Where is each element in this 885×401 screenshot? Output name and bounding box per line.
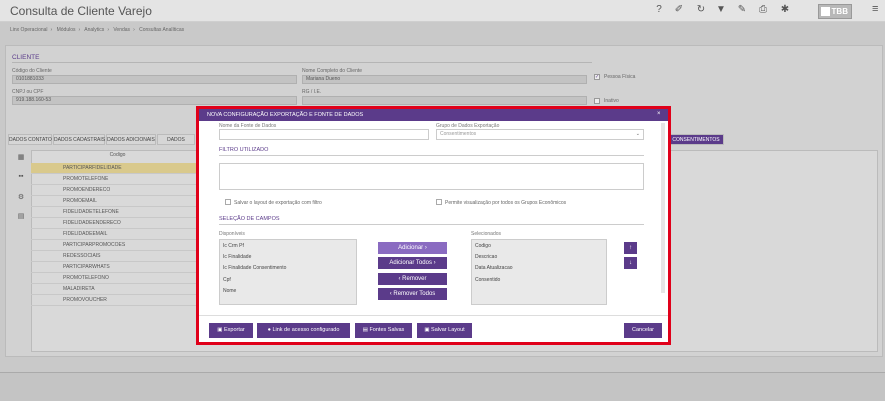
list-item[interactable]: Ic Finalidade Consentimento (223, 265, 286, 271)
breadcrumb-item[interactable]: Módulos (57, 27, 76, 33)
rg-field[interactable] (302, 96, 587, 105)
fields-section-title: SELEÇÃO DE CAMPOS (219, 216, 280, 222)
help-icon[interactable]: ? (652, 4, 666, 15)
print-icon[interactable]: ⎙ (756, 4, 770, 15)
pf-checkbox[interactable]: ✓ (594, 74, 600, 80)
cnpj-label: CNPJ ou CPF (12, 89, 44, 95)
list-item[interactable]: Cpf (223, 277, 231, 283)
saved-sources-button[interactable]: ▤ Fontes Salvas (355, 323, 412, 338)
eraser-icon[interactable]: ✐ (672, 4, 686, 15)
add-button[interactable]: Adicionar › (378, 242, 447, 254)
export-button[interactable]: ▣ Exportar (209, 323, 253, 338)
list-item[interactable]: Nome (223, 288, 236, 294)
selected-list[interactable]: Codigo Descricao Data Atualizacao Consen… (471, 239, 607, 305)
available-list[interactable]: Ic Crm Pf Ic Finalidade Ic Finalidade Co… (219, 239, 357, 305)
save-layout-button[interactable]: ▣ Salvar Layout (417, 323, 472, 338)
list-item[interactable]: Consentido (475, 277, 500, 283)
inactive-label: Inativo (604, 98, 619, 104)
breadcrumb: Linx Operacional › Módulos › Analytics › Ve… (10, 27, 185, 33)
save-layout-label: Salvar o layout de exportação com filtro (234, 200, 322, 206)
list-item[interactable]: PROMOTELEFONE (31, 174, 196, 185)
grid-small-icon[interactable]: ▪▪ (16, 173, 26, 180)
divider (219, 155, 644, 156)
chevron-down-icon: ⌄ (635, 131, 640, 137)
cnpj-field[interactable]: 919.188.160-53 (12, 96, 297, 105)
tab-dados-contato[interactable]: DADOS CONTATO (8, 134, 52, 145)
close-icon[interactable]: × (657, 111, 661, 117)
brand-logo: TBB (818, 4, 852, 19)
list-item[interactable]: PARTICIPARFIDELIDADE (31, 163, 196, 174)
grid-icon[interactable]: ▦ (16, 153, 26, 161)
remove-button[interactable]: ‹ Remover (378, 273, 447, 285)
filter-icon[interactable]: ▼ (714, 4, 728, 15)
divider (219, 224, 644, 225)
list-item[interactable]: PROMOEMAIL (31, 196, 196, 207)
allow-view-checkbox[interactable] (436, 199, 442, 205)
list-item[interactable]: Ic Finalidade (223, 254, 251, 260)
gear-icon[interactable]: ✱ (778, 4, 792, 15)
rg-label: RG / I.E. (302, 89, 322, 95)
breadcrumb-item[interactable]: Vendas (113, 27, 130, 33)
filter-box[interactable] (219, 163, 644, 190)
list-item[interactable]: Codigo (475, 243, 491, 249)
selected-label: Selecionados (471, 231, 502, 237)
modal-title: NOVA CONFIGURAÇÃO EXPORTAÇÃO E FONTE DE … (207, 112, 364, 118)
client-code-field[interactable]: 0101881033 (12, 75, 297, 84)
inactive-checkbox[interactable] (594, 98, 600, 104)
client-name-label: Nome Completo do Cliente (302, 68, 363, 74)
page-title: Consulta de Cliente Varejo (10, 4, 152, 18)
list-item[interactable]: Data Atualizacao (475, 265, 513, 271)
list-item[interactable]: Ic Crm Pf (223, 243, 244, 249)
breadcrumb-item[interactable]: Linx Operacional (10, 27, 48, 33)
tab-dados-adicionais[interactable]: DADOS ADICIONAIS (106, 134, 156, 145)
allow-view-label: Permite visualização por todos os Grupos… (445, 200, 567, 206)
status-bar (0, 372, 885, 401)
list-item[interactable]: REDESSOCIAIS (31, 251, 196, 262)
list-item[interactable]: FIDELIDADEENDERECO (31, 218, 196, 229)
tab-dados-cadastrais[interactable]: DADOS CADASTRAIS (53, 134, 105, 145)
tab-consentimentos[interactable]: CONSENTIMENTOS (668, 134, 724, 145)
list-header[interactable]: Codigo (40, 152, 195, 158)
file-icon: ▣ (217, 327, 224, 333)
client-section-title: CLIENTE (12, 54, 40, 61)
settings-icon[interactable]: ⚙ (16, 193, 26, 201)
menu-icon[interactable]: ≡ (872, 3, 878, 15)
chevron-left-icon: ‹ (389, 291, 392, 297)
list-item[interactable]: MALADIRETA (31, 284, 196, 295)
client-code-label: Código do Cliente (12, 68, 52, 74)
modal-scrollbar[interactable] (661, 123, 665, 293)
move-up-button[interactable]: ↑ (624, 242, 637, 254)
save-layout-checkbox[interactable] (225, 199, 231, 205)
filter-section-title: FILTRO UTILIZADO (219, 147, 269, 153)
export-config-modal: NOVA CONFIGURAÇÃO EXPORTAÇÃO E FONTE DE … (199, 109, 668, 342)
breadcrumb-item[interactable]: Analytics (84, 27, 104, 33)
cancel-button[interactable]: Cancelar (624, 323, 662, 338)
source-name-input[interactable] (219, 129, 429, 140)
tab-dados[interactable]: DADOS (157, 134, 195, 145)
group-select[interactable]: Consentimentos ⌄ (436, 129, 644, 140)
list-item[interactable]: FIDELIDADEEMAIL (31, 229, 196, 240)
remove-all-button[interactable]: ‹ Remover Todos (378, 288, 447, 300)
move-down-button[interactable]: ↓ (624, 257, 637, 269)
divider (12, 62, 592, 63)
access-link-button[interactable]: ● Link de acesso configurado (257, 323, 350, 338)
edit-icon[interactable]: ✎ (735, 4, 749, 15)
list-item[interactable]: PROMOENDERECO (31, 185, 196, 196)
list-item[interactable]: PARTICIPARWHATS (31, 262, 196, 273)
list-item[interactable]: PROMOVOUCHER (31, 295, 196, 306)
breadcrumb-item[interactable]: Consultas Analíticas (139, 27, 184, 33)
list-item[interactable]: Descricao (475, 254, 497, 260)
client-name-field[interactable]: Mariana Dueno (302, 75, 587, 84)
list-item[interactable]: FIDELIDADETELEFONE (31, 207, 196, 218)
add-all-button[interactable]: Adicionar Todos › (378, 257, 447, 269)
available-label: Disponíveis (219, 231, 245, 237)
chevron-right-icon: › (433, 260, 436, 266)
chevron-right-icon: › (424, 245, 427, 251)
list-item[interactable]: PARTICIPARPROMOCOES (31, 240, 196, 251)
list-item[interactable]: PROMOTELEFONO (31, 273, 196, 284)
document-icon[interactable]: ▤ (16, 212, 26, 220)
refresh-icon[interactable]: ↻ (694, 4, 708, 15)
chevron-left-icon: ‹ (398, 276, 401, 282)
pf-label: Pessoa Física (604, 74, 636, 80)
